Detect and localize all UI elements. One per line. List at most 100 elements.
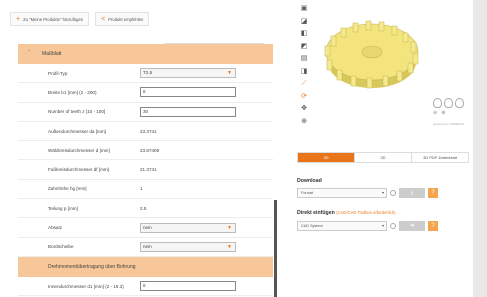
view-mode-tabs: 3D 2D 3D PDF-Datenblatt (297, 152, 469, 163)
row-value: 23.87409 (140, 147, 160, 153)
preview-panel: ▣ ◪ ◧ ◩ ▤ ◨ ⟋ ⟳ ✥ ⊕ ⊖ ⊕ powered by CADEN… (283, 0, 487, 297)
download-button[interactable]: ⤓ (399, 188, 425, 198)
direct-insert-note: (CAD/CAD Toolbox erforderlich) (336, 210, 396, 215)
row-label: Wälzkreisdurchmesser d [mm] (48, 147, 110, 153)
rotate-icon[interactable]: ⟳ (299, 92, 309, 105)
table-row: Zahnhöhe hg [mm] 1 (18, 180, 273, 200)
measure-icon[interactable]: ⟋ (299, 79, 309, 92)
direct-insert-heading: Direkt einfügen (CAD/CAD Toolbox erforde… (297, 210, 395, 216)
bore-diameter-input[interactable]: 6 (140, 281, 236, 292)
table-row: Wälzkreisdurchmesser d [mm] 23.87409 (18, 141, 273, 161)
recommend-product-button[interactable]: < Produkt empfehlen (95, 12, 150, 26)
row-value: 1 (140, 186, 143, 192)
app-window: + Zu "Meine Produkte" hinzufügen < Produ… (0, 0, 487, 297)
product-toolbar: + Zu "Meine Produkte" hinzufügen < Produ… (10, 12, 150, 26)
view-wire-icon[interactable]: ◨ (299, 67, 309, 80)
table-row: Innendurchmesser d1 [mm] (2 - 19.3) 6 (18, 277, 273, 297)
help-button[interactable]: ? (428, 221, 438, 231)
dropdown-arrow-icon: ▼ (227, 243, 232, 250)
view-iso-icon[interactable]: ▤ (299, 54, 309, 67)
table-row: Number of teeth z [10 - 100] 30 (18, 103, 273, 122)
row-label: Absatz (48, 225, 63, 231)
arrow-right-icon: ➜ (409, 223, 415, 229)
insert-button[interactable]: ➜ (399, 221, 425, 231)
section-header-dimensions[interactable]: ˇ Maßblatt (18, 44, 273, 64)
add-to-my-products-button[interactable]: + Zu "Meine Produkte" hinzufügen (10, 12, 90, 26)
table-row: Profil-Typ T2,5 ▼ (18, 64, 273, 84)
row-label: Bordscheibe (48, 244, 74, 250)
row-value: 2.5 (140, 205, 147, 211)
profile-type-select[interactable]: T2,5 ▼ (140, 68, 236, 79)
reset-icon[interactable]: ⊕ (299, 117, 309, 130)
row-label: Fußkreisdurchmesser df [mm] (48, 167, 110, 173)
section-header-torque[interactable]: Drehmomentübertragung über Bohrung (18, 256, 273, 277)
share-icon: < (101, 15, 106, 23)
shoulder-select[interactable]: nein ▼ (140, 222, 236, 233)
view-top-icon[interactable]: ◩ (299, 42, 309, 55)
window-edge (473, 0, 487, 297)
table-row: Bordscheibe nein ▼ (18, 238, 273, 257)
chevron-down-icon: ˇ (28, 51, 30, 57)
tab-2d[interactable]: 2D (355, 153, 412, 162)
powered-by-logo: powered by CADENAS (433, 122, 464, 126)
row-label: Teilung p [mm] (48, 205, 78, 211)
scrollbar[interactable] (274, 200, 277, 297)
row-label: Breite b1 [mm] (2 - 200) (48, 89, 97, 95)
table-row: Außendurchmesser da [mm] 23.3741 (18, 122, 273, 142)
table-row: Absatz nein ▼ (18, 218, 273, 238)
view-side-icon[interactable]: ◧ (299, 29, 309, 42)
add-to-my-products-label: Zu "Meine Produkte" hinzufügen (23, 16, 84, 22)
select-placeholder: Format (301, 191, 314, 195)
parameter-table: ˇ Maßblatt Profil-Typ T2,5 ▼ Breite b1 [m… (18, 38, 273, 297)
row-label: Profil-Typ (48, 70, 68, 76)
plus-icon: + (16, 15, 21, 23)
flange-select[interactable]: nein ▼ (140, 241, 236, 252)
cad-system-select[interactable]: CAD System ▾ (297, 221, 387, 231)
gear-3d-preview[interactable] (317, 10, 427, 100)
view-cube-icon[interactable] (455, 98, 464, 108)
section-title: Maßblatt (42, 51, 62, 57)
row-label: Number of teeth z [10 - 100] (48, 109, 106, 115)
row-label: Zahnhöhe hg [mm] (48, 186, 87, 192)
zoom-out-icon[interactable]: ⊖ (433, 110, 437, 116)
row-label: Innendurchmesser d1 [mm] (2 - 19.3) (48, 283, 124, 289)
download-heading: Download (297, 178, 322, 184)
direct-insert-title: Direkt einfügen (297, 210, 335, 216)
radio-option[interactable] (390, 223, 396, 229)
view-cube-icon[interactable] (433, 98, 442, 108)
table-row: Breite b1 [mm] (2 - 200) 6 (18, 83, 273, 103)
tab-3d[interactable]: 3D (298, 153, 355, 162)
width-input[interactable]: 6 (140, 87, 236, 98)
dropdown-arrow-icon: ▼ (227, 224, 232, 231)
select-placeholder: CAD System (301, 224, 323, 228)
dropdown-arrow-icon: ▾ (381, 190, 384, 195)
section-title: Drehmomentübertragung über Bohrung (48, 263, 136, 270)
download-controls: Format ▾ ⤓ ? (297, 188, 438, 198)
help-button[interactable]: ? (428, 188, 438, 198)
view-back-icon[interactable]: ◪ (299, 17, 309, 30)
select-value: nein (143, 224, 152, 230)
select-value: nein (143, 243, 152, 249)
dropdown-arrow-icon: ▾ (381, 223, 384, 228)
tab-3d-pdf[interactable]: 3D PDF-Datenblatt (412, 153, 468, 162)
download-icon: ⤓ (410, 190, 414, 196)
zoom-in-icon[interactable]: ⊕ (441, 110, 445, 116)
viewer-toolbar: ▣ ◪ ◧ ◩ ▤ ◨ ⟋ ⟳ ✥ ⊕ (299, 4, 309, 129)
view-cube-icon[interactable] (444, 98, 453, 108)
select-value: T2,5 (143, 70, 153, 76)
teeth-count-input[interactable]: 30 (140, 106, 236, 117)
view-cube (433, 98, 464, 108)
pan-icon[interactable]: ✥ (299, 104, 309, 117)
configurator-panel: + Zu "Meine Produkte" hinzufügen < Produ… (0, 0, 283, 297)
format-select[interactable]: Format ▾ (297, 188, 387, 198)
dropdown-arrow-icon: ▼ (227, 70, 232, 77)
zoom-controls: ⊖ ⊕ (433, 110, 445, 116)
recommend-product-label: Produkt empfehlen (108, 16, 144, 22)
view-front-icon[interactable]: ▣ (299, 4, 309, 17)
radio-option[interactable] (390, 190, 396, 196)
cad-controls: CAD System ▾ ➜ ? (297, 221, 438, 231)
table-row: Teilung p [mm] 2.5 (18, 199, 273, 219)
row-value: 21.3741 (140, 167, 157, 173)
row-label: Außendurchmesser da [mm] (48, 128, 106, 134)
table-row: Fußkreisdurchmesser df [mm] 21.3741 (18, 160, 273, 180)
